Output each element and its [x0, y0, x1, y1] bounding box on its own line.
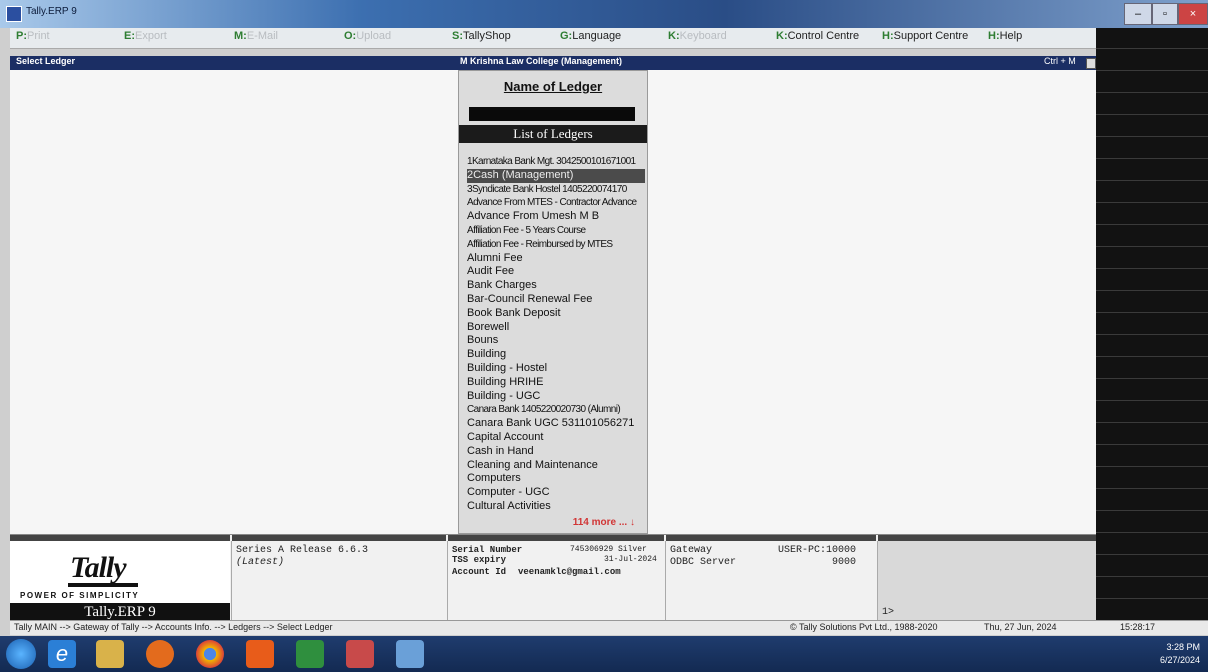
ledger-item[interactable]: Audit Fee [467, 265, 645, 279]
right-button-panel [1096, 28, 1208, 620]
serial-label: Serial Number [452, 545, 523, 555]
ledger-item[interactable]: Advance From MTES - Contractor Advance [467, 196, 645, 210]
media-player-icon[interactable] [246, 640, 274, 668]
power-of-simplicity: POWER OF SIMPLICITY [20, 591, 140, 600]
calculator-prompt: 1> [882, 607, 895, 618]
windows-taskbar: e 3:28 PM 6/27/2024 [0, 636, 1208, 672]
ledger-item[interactable]: Building - UGC [467, 390, 645, 404]
ledger-item[interactable]: Computer - UGC [467, 486, 645, 500]
tss-label: TSS expiry [452, 555, 507, 565]
tally-taskbar-icon[interactable] [346, 640, 374, 668]
ledger-item[interactable]: Building - Hostel [467, 362, 645, 376]
current-date: Thu, 27 Jun, 2024 [984, 622, 1057, 632]
product-name: Tally.ERP 9 [10, 603, 230, 621]
menu-keyboard[interactable]: K:Keyboard [666, 30, 729, 46]
menu-help[interactable]: H:Help [986, 30, 1024, 46]
ledger-item[interactable]: 2Cash (Management) [467, 168, 645, 183]
close-screen-button[interactable] [1086, 58, 1096, 69]
chrome-icon[interactable] [196, 640, 224, 668]
current-time: 15:28:17 [1120, 622, 1156, 632]
shortcut-hint: Ctrl + M [1044, 56, 1076, 66]
screen-title: Select Ledger [16, 56, 76, 66]
info-panel: Tally POWER OF SIMPLICITY Tally.ERP 9 Se… [10, 534, 1096, 621]
start-button-icon[interactable] [6, 639, 36, 669]
maximize-button[interactable]: ▫ [1152, 3, 1178, 25]
breadcrumb: Tally MAIN --> Gateway of Tally --> Acco… [14, 622, 333, 632]
company-name: M Krishna Law College (Management) [460, 56, 623, 66]
menu-tallyshop[interactable]: S:TallyShop [450, 30, 513, 46]
ledger-item[interactable]: Bank Charges [467, 279, 645, 293]
ledger-item[interactable]: Cleaning and Maintenance [467, 459, 645, 473]
ledger-selection-popup: Name of Ledger List of Ledgers 1Karnatak… [458, 70, 648, 534]
ledger-item[interactable]: Bar-Council Renewal Fee [467, 293, 645, 307]
gateway-value: USER-PC:10000 [778, 545, 857, 556]
ledger-item[interactable]: Affiliation Fee - Reimbursed by MTES [467, 238, 645, 252]
menu-email[interactable]: M:E-Mail [232, 30, 280, 46]
screen-header: Select Ledger M Krishna Law College (Man… [10, 56, 1096, 70]
file-explorer-icon[interactable] [96, 640, 124, 668]
account-label: Account Id [452, 567, 507, 577]
tss-value: 31-Jul-2024 [604, 555, 657, 564]
ledger-item[interactable]: Cultural Activities [467, 500, 645, 514]
ledger-item[interactable]: Book Bank Deposit [467, 307, 645, 321]
menu-language[interactable]: G:Language [558, 30, 623, 46]
excel-icon[interactable] [296, 640, 324, 668]
release-version: Series A Release 6.6.3 [236, 545, 369, 556]
ledger-item[interactable]: Capital Account [467, 431, 645, 445]
menu-upload[interactable]: O:Upload [342, 30, 393, 46]
menu-export[interactable]: E:Export [122, 30, 169, 46]
list-of-ledgers-heading: List of Ledgers [459, 125, 647, 143]
window-title: Tally.ERP 9 [26, 6, 77, 17]
account-value: veenamklc@gmail.com [518, 567, 621, 577]
app-taskbar-icon[interactable] [396, 640, 424, 668]
ledger-item[interactable]: Bouns [467, 334, 645, 348]
ledger-item[interactable]: 3Syndicate Bank Hostel 1405220074170 [467, 183, 645, 197]
calculator-panel[interactable] [878, 541, 1096, 621]
menu-print[interactable]: P:Print [14, 30, 52, 46]
ledger-item[interactable]: Advance From Umesh M B [467, 210, 645, 224]
name-of-ledger-heading: Name of Ledger [503, 79, 603, 94]
ledger-item[interactable]: Computers [467, 472, 645, 486]
tally-logo: Tally POWER OF SIMPLICITY Tally.ERP 9 [10, 541, 230, 621]
ledger-item[interactable]: Borewell [467, 321, 645, 335]
close-button[interactable]: × [1178, 3, 1208, 25]
title-bar: Tally.ERP 9 – ▫ × [0, 0, 1208, 28]
copyright: © Tally Solutions Pvt Ltd., 1988-2020 [790, 622, 938, 632]
tally-logo-script: Tally [70, 551, 127, 584]
ledger-item[interactable]: Cash in Hand [467, 445, 645, 459]
ledger-item[interactable]: Canara Bank UGC 531101056271 [467, 417, 645, 431]
odbc-label: ODBC Server [670, 557, 737, 568]
ledger-item[interactable]: 1Karnataka Bank Mgt. 3042500101671001 [467, 155, 645, 169]
menu-control-centre[interactable]: K:Control Centre [774, 30, 861, 46]
ledger-item[interactable]: Alumni Fee [467, 252, 645, 266]
release-note: (Latest) [236, 557, 285, 568]
firefox-icon[interactable] [146, 640, 174, 668]
ledger-item[interactable]: Canara Bank 1405220020730 (Alumni) [467, 403, 645, 417]
ledger-item[interactable]: Building [467, 348, 645, 362]
internet-explorer-icon[interactable]: e [48, 640, 76, 668]
ledger-list: 1Karnataka Bank Mgt. 3042500101671001 2Ca… [467, 155, 645, 514]
odbc-value: 9000 [832, 557, 857, 568]
status-bar: Tally MAIN --> Gateway of Tally --> Acco… [10, 620, 1208, 635]
tally-app-icon [6, 6, 22, 22]
ledger-item[interactable]: Building HRIHE [467, 376, 645, 390]
ledger-item[interactable]: Affiliation Fee - 5 Years Course [467, 224, 645, 238]
gateway-label: Gateway [670, 545, 713, 556]
serial-value: 745306929 Silver [570, 545, 647, 554]
system-clock[interactable]: 3:28 PM 6/27/2024 [1160, 641, 1200, 667]
minimize-button[interactable]: – [1124, 3, 1152, 25]
ledger-name-input[interactable] [469, 107, 635, 121]
tally-logo-underline [68, 583, 138, 587]
more-ledgers-indicator[interactable]: 114 more ... ↓ [459, 517, 647, 528]
menu-support-centre[interactable]: H:Support Centre [880, 30, 970, 46]
top-menu-bar: P:Print E:Export M:E-Mail O:Upload S:Tal… [10, 28, 1096, 49]
